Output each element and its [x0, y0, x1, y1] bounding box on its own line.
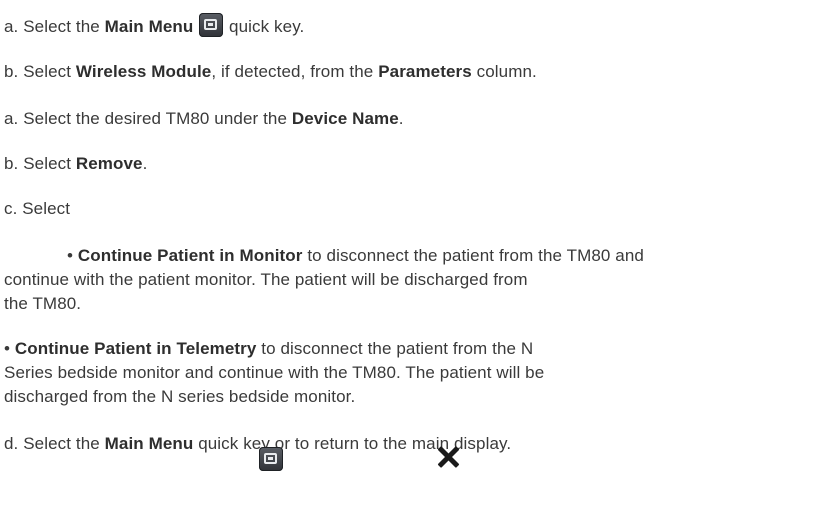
- option-text: to disconnect the patient from the TM80 …: [302, 246, 644, 265]
- option-line: Series bedside monitor and continue with…: [4, 363, 544, 383]
- step-bold-term: Remove: [75, 154, 143, 173]
- step-text: b. Select: [4, 154, 76, 173]
- step-b-remove: b. Select Remove.: [4, 154, 147, 174]
- step-a-device-name: a. Select the desired TM80 under the Dev…: [4, 109, 404, 129]
- step-bold-term: Device Name: [291, 109, 399, 128]
- close-icon: [437, 446, 460, 468]
- bullet: •: [67, 246, 78, 265]
- step-b-wireless-module: b. Select Wireless Module, if detected, …: [4, 62, 537, 82]
- step-bold-term: Main Menu: [104, 17, 194, 36]
- step-text: column.: [471, 62, 537, 81]
- step-text: b. Select: [4, 62, 76, 81]
- option-text: the TM80.: [4, 294, 82, 313]
- main-menu-icon: [199, 13, 224, 37]
- option-line: • Continue Patient in Monitor to disconn…: [67, 246, 644, 266]
- option-bold-term: Continue Patient in Telemetry: [14, 339, 257, 358]
- bullet: •: [4, 339, 15, 358]
- step-text: .: [142, 154, 148, 173]
- option-text: discharged from the N series bedside mon…: [4, 387, 356, 406]
- step-text: , if detected, from the: [211, 62, 379, 81]
- step-c-select: c. Select: [4, 199, 70, 219]
- step-text: a. Select the desired TM80 under the: [4, 109, 292, 128]
- option-line: discharged from the N series bedside mon…: [4, 387, 355, 407]
- step-d-main-menu: d. Select the Main Menu quick key or to …: [4, 434, 511, 454]
- step-a-main-menu: a. Select the Main Menu quick key.: [4, 13, 304, 37]
- option-line: the TM80.: [4, 294, 81, 314]
- step-bold-term: Wireless Module: [75, 62, 212, 81]
- step-text: c. Select: [4, 199, 71, 218]
- step-text: quick key.: [224, 17, 305, 36]
- option-bold-term: Continue Patient in Monitor: [77, 246, 303, 265]
- step-bold-term: Parameters: [378, 62, 472, 81]
- step-bold-term: Main Menu: [104, 434, 194, 453]
- step-text: quick key or to return to the main displ…: [193, 434, 512, 453]
- option-text: to disconnect the patient from the N: [256, 339, 534, 358]
- option-text: Series bedside monitor and continue with…: [4, 363, 545, 382]
- step-text: d. Select the: [4, 434, 105, 453]
- option-line: • Continue Patient in Telemetry to disco…: [4, 339, 533, 359]
- main-menu-icon: [259, 447, 283, 471]
- option-line: continue with the patient monitor. The p…: [4, 270, 528, 290]
- step-text: .: [398, 109, 404, 128]
- option-text: continue with the patient monitor. The p…: [4, 270, 528, 289]
- step-text: a. Select the: [4, 17, 105, 36]
